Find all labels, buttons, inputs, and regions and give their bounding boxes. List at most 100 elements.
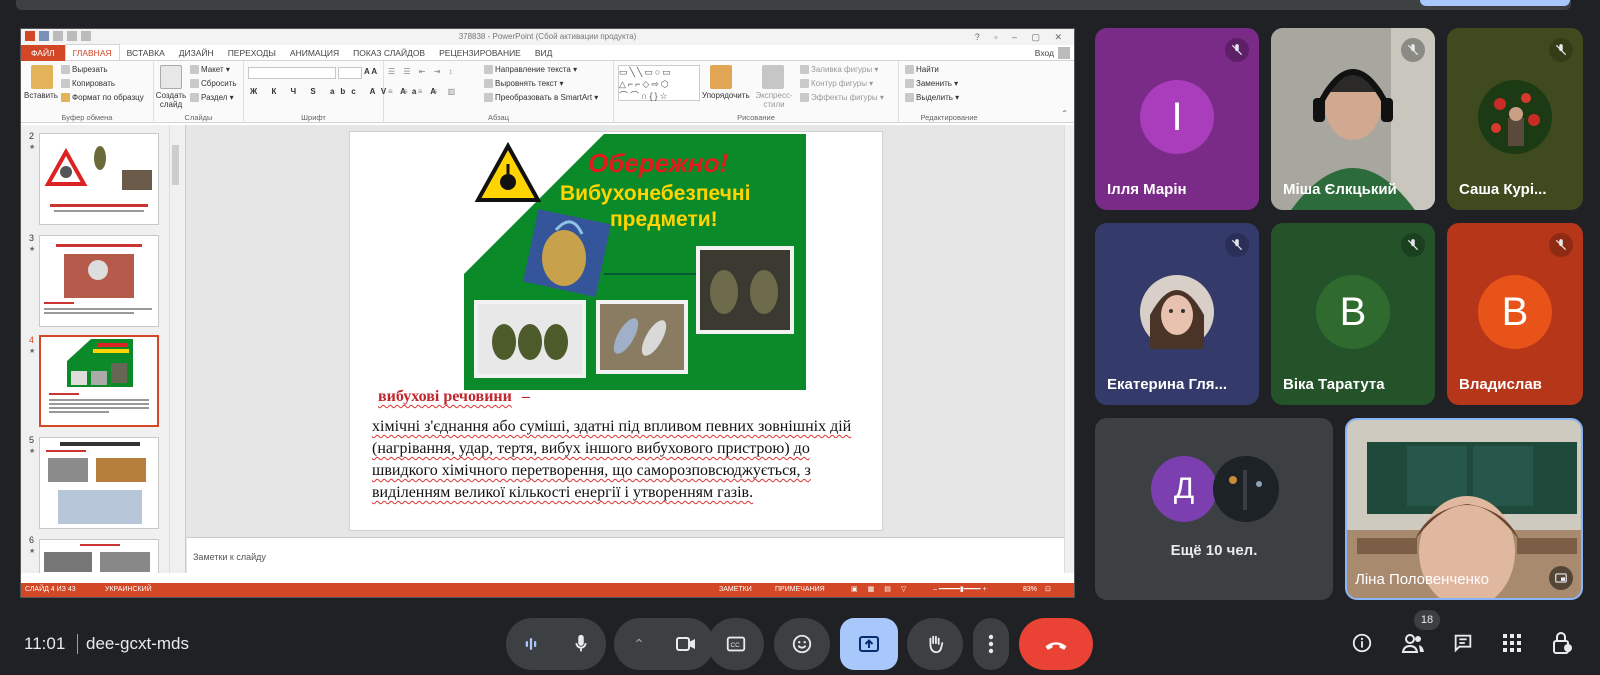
slide-scrollbar[interactable] <box>1064 125 1074 573</box>
tab-view[interactable]: ВИД <box>528 45 560 61</box>
reset-button[interactable]: Сбросить <box>190 79 237 89</box>
redo-icon[interactable] <box>67 31 77 41</box>
meeting-info-button[interactable] <box>1347 628 1377 658</box>
find-button[interactable]: Найти <box>905 65 939 75</box>
text-direction-button[interactable]: Направление текста ▾ <box>484 65 577 75</box>
new-slide-icon[interactable] <box>160 65 182 89</box>
participant-tile[interactable]: В Віка Таратута <box>1271 223 1435 405</box>
smartart-button[interactable]: Преобразовать в SmartArt ▾ <box>484 93 598 103</box>
tab-design[interactable]: ДИЗАЙН <box>172 45 221 61</box>
font-size-select[interactable] <box>338 67 362 79</box>
shapes-gallery[interactable]: ▭╲╲▭○▭ △⌐⌐◇⇨⬡ ⌒⌒∩{}☆ <box>618 65 700 101</box>
collapse-ribbon-icon[interactable]: ⌃ <box>1061 109 1068 118</box>
current-slide[interactable]: Обережно! Вибухонебезпечні предмети! виб… <box>349 131 883 531</box>
notes-pane[interactable]: Заметки к слайду <box>187 537 1064 573</box>
layout-button[interactable]: Макет ▾ <box>190 65 230 75</box>
shape-fill-label: Заливка фигуры <box>811 65 873 74</box>
participant-tile[interactable]: Саша Курі... <box>1447 28 1583 210</box>
paste-icon[interactable] <box>31 65 53 89</box>
emoji-button[interactable] <box>774 618 830 670</box>
view-buttons[interactable]: ▣▦▤▽ <box>851 583 916 597</box>
participant-tile-self[interactable]: Ліна Половенченко <box>1345 418 1583 600</box>
pip-icon[interactable] <box>1549 566 1573 590</box>
slide-text-box[interactable]: вибухові речовини – хімічні з'єднання аб… <box>372 388 872 504</box>
zoom-level[interactable]: 83% <box>1023 583 1037 597</box>
others-tile[interactable]: Д Ещё 10 чел. <box>1095 418 1333 600</box>
layout-icon <box>190 65 199 75</box>
notes-toggle[interactable]: ЗАМЕТКИ <box>719 583 752 597</box>
window-controls[interactable]: ? ▫ – ▢ ✕ <box>975 29 1068 45</box>
captions-button[interactable]: CC <box>708 618 764 670</box>
host-controls-button[interactable] <box>1547 628 1577 658</box>
list-buttons[interactable]: ☰ ☰ ⇤ ⇥ ↕ <box>388 67 456 76</box>
tab-insert[interactable]: ВСТАВКА <box>120 45 172 61</box>
arrange-button[interactable]: Упорядочить <box>702 91 750 100</box>
arrange-icon[interactable] <box>710 65 732 89</box>
language-indicator[interactable]: УКРАИНСКИЙ <box>105 583 152 597</box>
tab-file[interactable]: ФАЙЛ <box>21 44 65 61</box>
tab-slideshow[interactable]: ПОКАЗ СЛАЙДОВ <box>346 45 432 61</box>
present-button[interactable] <box>840 618 898 670</box>
copy-button[interactable]: Копировать <box>61 79 115 89</box>
quick-styles-button[interactable]: Экспресс-стили <box>754 91 794 109</box>
mic-off-icon <box>1549 38 1573 62</box>
paste-button[interactable]: Вставить <box>23 91 59 100</box>
format-painter-button[interactable]: Формат по образцу <box>61 93 144 103</box>
shape-fill-button[interactable]: Заливка фигуры ▾ <box>800 65 878 75</box>
reset-icon <box>190 79 199 89</box>
leave-call-button[interactable] <box>1019 618 1093 670</box>
new-slide-button[interactable]: Создать слайд <box>154 91 188 109</box>
font-grow-icon[interactable]: A A <box>364 67 377 76</box>
tab-home[interactable]: ГЛАВНАЯ <box>64 43 120 62</box>
fit-slide-icon[interactable]: ⊡ <box>1045 583 1051 597</box>
zoom-slider[interactable]: – ━━━━━▮━━━━ + <box>933 583 987 597</box>
ribbon: Вставить Вырезать Копировать Формат по о… <box>21 61 1074 123</box>
thumbnail-slide-3[interactable] <box>39 235 159 327</box>
thumbnail-slide-6[interactable] <box>39 539 159 573</box>
participant-tile[interactable]: Екатерина Гля... <box>1095 223 1259 405</box>
undo-icon[interactable] <box>53 31 63 41</box>
cut-label: Вырезать <box>72 65 108 74</box>
comments-toggle[interactable]: ПРИМЕЧАНИЯ <box>775 583 825 597</box>
thumbnail-slide-5[interactable] <box>39 437 159 529</box>
microphone-button[interactable] <box>556 633 606 655</box>
raise-hand-button[interactable] <box>907 618 963 670</box>
participant-tile[interactable]: I Ілля Марін <box>1095 28 1259 210</box>
customize-icon[interactable] <box>81 31 91 41</box>
cut-button[interactable]: Вырезать <box>61 65 108 75</box>
top-action-pill[interactable] <box>1420 0 1570 6</box>
audio-level-icon[interactable] <box>506 635 556 653</box>
section-button[interactable]: Раздел ▾ <box>190 93 234 103</box>
chevron-up-icon[interactable]: ⌃ <box>617 636 661 653</box>
mic-off-icon <box>1549 233 1573 257</box>
shape-effects-button[interactable]: Эффекты фигуры ▾ <box>800 93 884 103</box>
participant-tile[interactable]: Міша Єлкцький <box>1271 28 1435 210</box>
chat-button[interactable] <box>1448 628 1478 658</box>
camera-button[interactable] <box>661 632 711 656</box>
replace-button[interactable]: Заменить ▾ <box>905 79 958 89</box>
shape-outline-button[interactable]: Контур фигуры ▾ <box>800 79 873 89</box>
thumbnail-slide-2[interactable] <box>39 133 159 225</box>
user-avatar-icon[interactable] <box>1058 47 1070 59</box>
participant-tile[interactable]: В Владислав <box>1447 223 1583 405</box>
save-icon[interactable] <box>39 31 49 41</box>
thumb-3-graphic <box>44 244 152 314</box>
drawing-group: ▭╲╲▭○▭ △⌐⌐◇⇨⬡ ⌒⌒∩{}☆ Упорядочить Экспрес… <box>614 61 899 123</box>
quick-styles-icon[interactable] <box>762 65 784 89</box>
tab-review[interactable]: РЕЦЕНЗИРОВАНИЕ <box>432 45 528 61</box>
audio-controls <box>506 618 606 670</box>
activities-button[interactable] <box>1497 628 1527 658</box>
more-options-button[interactable] <box>973 618 1009 670</box>
thumbnail-slide-4-selected[interactable] <box>39 335 159 427</box>
info-icon <box>1352 633 1372 653</box>
people-button[interactable] <box>1398 628 1428 658</box>
mic-off-icon <box>1225 38 1249 62</box>
tab-transitions[interactable]: ПЕРЕХОДЫ <box>221 45 283 61</box>
align-buttons[interactable]: ≡ ≡ ≡ ≡ ▥ <box>388 87 459 96</box>
thumbnails-scrollbar[interactable] <box>169 125 181 573</box>
tab-animations[interactable]: АНИМАЦИЯ <box>283 45 346 61</box>
select-button[interactable]: Выделить ▾ <box>905 93 959 103</box>
align-text-button[interactable]: Выровнять текст ▾ <box>484 79 564 89</box>
login-link[interactable]: Вход <box>1035 45 1054 61</box>
font-name-select[interactable] <box>248 67 336 79</box>
